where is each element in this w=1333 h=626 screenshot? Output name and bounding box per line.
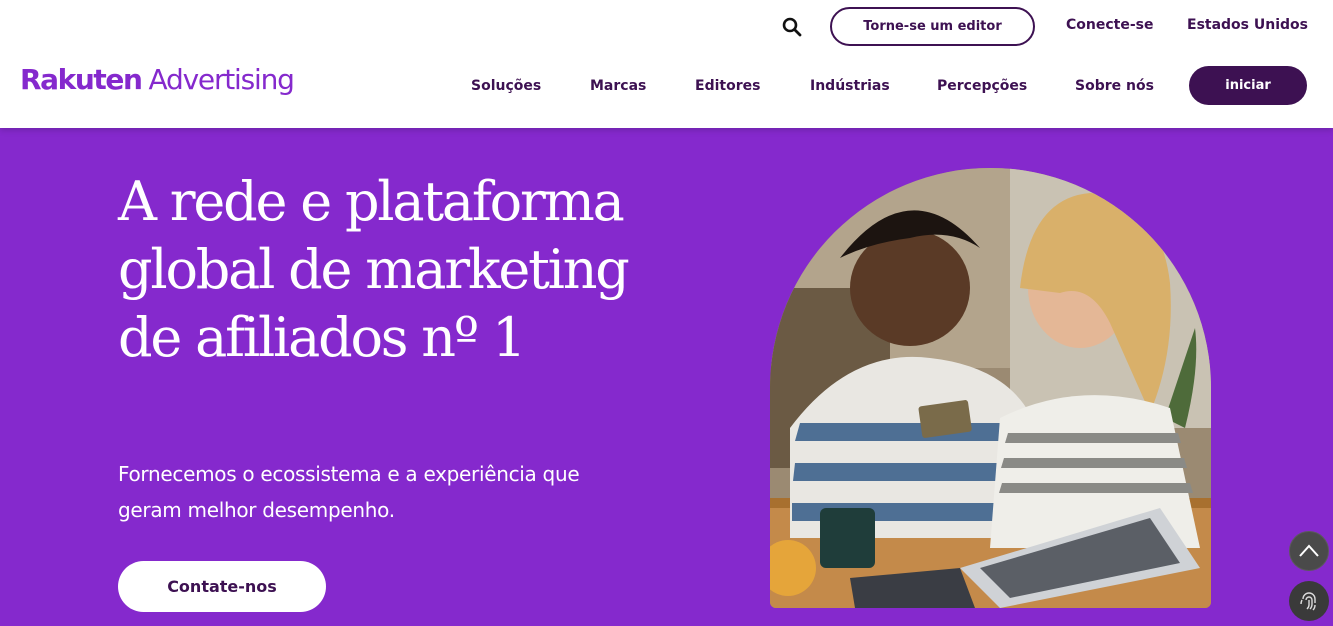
contact-button[interactable]: Contate-nos — [118, 561, 326, 612]
hero-photo-illustration — [770, 168, 1211, 608]
nav-item-insights[interactable]: Percepções — [937, 78, 1027, 94]
hero-title: A rede e plataforma global de marketing … — [118, 170, 630, 369]
scroll-to-top-button[interactable] — [1289, 531, 1329, 571]
fingerprint-icon — [1300, 592, 1316, 611]
nav-item-industries[interactable]: Indústrias — [810, 78, 890, 94]
become-publisher-button[interactable]: Torne-se um editor — [830, 7, 1035, 46]
nav-item-solutions[interactable]: Soluções — [471, 78, 541, 94]
search-icon[interactable] — [781, 16, 803, 38]
region-selector[interactable]: Estados Unidos — [1187, 17, 1308, 33]
hero-section: A rede e plataforma global de marketing … — [0, 128, 1333, 626]
chevron-up-icon — [1299, 544, 1319, 557]
nav-item-brands[interactable]: Marcas — [590, 78, 646, 94]
nav-item-publishers[interactable]: Editores — [695, 78, 760, 94]
rakuten-advertising-logo[interactable]: Rakuten Advertising — [20, 63, 295, 96]
privacy-settings-button[interactable] — [1289, 581, 1329, 621]
start-button[interactable]: iniciar — [1189, 66, 1307, 105]
site-header: Rakuten Advertising Torne-se um editor C… — [0, 0, 1333, 128]
connect-link[interactable]: Conecte-se — [1066, 17, 1153, 33]
logo-brand-text: Rakuten — [20, 63, 143, 96]
logo-product-text: Advertising — [148, 63, 295, 96]
hero-photo — [770, 168, 1211, 608]
nav-item-about[interactable]: Sobre nós — [1075, 78, 1154, 94]
hero-subtitle: Fornecemos o ecossistema e a experiência… — [118, 462, 580, 522]
